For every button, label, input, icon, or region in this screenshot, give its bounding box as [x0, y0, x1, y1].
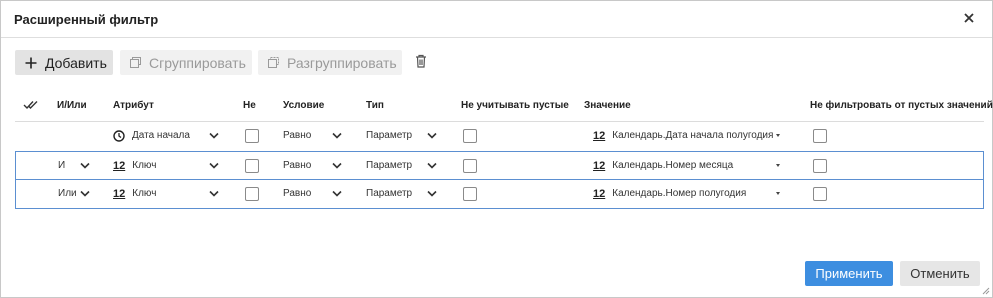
- plus-icon: [25, 57, 37, 68]
- chevron-down-icon[interactable]: [332, 162, 342, 169]
- chevron-down-icon[interactable]: [427, 162, 437, 169]
- chevron-down-icon[interactable]: [332, 132, 342, 139]
- number-type-icon: 12: [113, 159, 126, 172]
- no-filter-empty-checkbox[interactable]: [813, 187, 827, 201]
- ignore-empty-checkbox[interactable]: [463, 159, 477, 173]
- group-button-label: Сгруппировать: [149, 54, 246, 71]
- ignore-empty-checkbox[interactable]: [463, 129, 477, 143]
- resize-handle-icon[interactable]: [982, 287, 990, 295]
- table-row[interactable]: И 12 Ключ Равно Параметр 12 Календарь.Но…: [15, 151, 984, 180]
- ungroup-button[interactable]: Разгруппировать: [258, 50, 402, 75]
- dialog-title: Расширенный фильтр: [14, 12, 159, 27]
- table-row[interactable]: Дата начала Равно Параметр 12 Календарь.…: [15, 121, 984, 150]
- select-all-icon[interactable]: [23, 100, 39, 110]
- condition-label: Равно: [283, 130, 312, 141]
- number-type-icon: 12: [593, 187, 606, 200]
- col-condition: Условие: [283, 100, 325, 111]
- number-type-icon: 12: [113, 187, 126, 200]
- value-label: Календарь.Дата начала полугодия: [612, 130, 774, 141]
- ungroup-icon: [268, 57, 279, 68]
- no-filter-empty-checkbox[interactable]: [813, 159, 827, 173]
- ignore-empty-checkbox[interactable]: [463, 187, 477, 201]
- add-button[interactable]: Добавить: [15, 50, 113, 75]
- not-checkbox[interactable]: [245, 159, 259, 173]
- group-button[interactable]: Сгруппировать: [120, 50, 252, 75]
- chevron-down-icon[interactable]: [209, 190, 219, 197]
- chevron-down-icon[interactable]: [427, 132, 437, 139]
- col-type: Тип: [366, 100, 384, 111]
- ungroup-button-label: Разгруппировать: [287, 54, 397, 71]
- value-field[interactable]: 12 Календарь.Номер месяца: [593, 151, 733, 180]
- type-label: Параметр: [366, 188, 413, 199]
- clock-icon: [113, 130, 125, 142]
- logic-label: Или: [58, 188, 77, 199]
- col-attribute: Атрибут: [113, 100, 154, 111]
- col-and-or: И/Или: [57, 100, 87, 111]
- advanced-filter-dialog: Расширенный фильтр Добавить Сгруппироват…: [0, 0, 993, 298]
- apply-button[interactable]: Применить: [805, 261, 893, 286]
- dropdown-arrow-icon[interactable]: [776, 192, 780, 195]
- type-label: Параметр: [366, 130, 413, 141]
- attribute-label: Дата начала: [132, 130, 190, 141]
- logic-label: И: [58, 160, 66, 171]
- col-value: Значение: [584, 100, 631, 111]
- condition-label: Равно: [283, 160, 312, 171]
- close-icon[interactable]: [962, 11, 976, 25]
- dialog-header: Расширенный фильтр: [1, 1, 992, 38]
- value-label: Календарь.Номер полугодия: [612, 188, 747, 199]
- table-row[interactable]: Или 12 Ключ Равно Параметр 12 Календарь.…: [15, 179, 984, 208]
- not-checkbox[interactable]: [245, 129, 259, 143]
- attribute-label: Ключ: [132, 160, 157, 171]
- add-button-label: Добавить: [45, 54, 107, 71]
- not-checkbox[interactable]: [245, 187, 259, 201]
- col-no-filter-empty: Не фильтровать от пустых значений: [810, 100, 993, 111]
- chevron-down-icon[interactable]: [80, 190, 90, 197]
- attribute-field[interactable]: 12 Ключ: [113, 151, 156, 180]
- chevron-down-icon[interactable]: [209, 162, 219, 169]
- chevron-down-icon[interactable]: [80, 162, 90, 169]
- chevron-down-icon[interactable]: [427, 190, 437, 197]
- value-field[interactable]: 12 Календарь.Номер полугодия: [593, 179, 746, 208]
- cancel-button[interactable]: Отменить: [900, 261, 980, 286]
- attribute-label: Ключ: [132, 188, 157, 199]
- chevron-down-icon[interactable]: [332, 190, 342, 197]
- value-label: Календарь.Номер месяца: [612, 160, 734, 171]
- col-ignore-empty: Не учитывать пустые: [461, 100, 569, 111]
- trash-icon[interactable]: [415, 54, 427, 68]
- number-type-icon: 12: [593, 159, 606, 172]
- group-icon: [130, 57, 141, 68]
- type-label: Параметр: [366, 160, 413, 171]
- dropdown-arrow-icon[interactable]: [776, 134, 780, 137]
- dropdown-arrow-icon[interactable]: [776, 164, 780, 167]
- chevron-down-icon[interactable]: [209, 132, 219, 139]
- no-filter-empty-checkbox[interactable]: [813, 129, 827, 143]
- condition-label: Равно: [283, 188, 312, 199]
- number-type-icon: 12: [593, 129, 606, 142]
- attribute-field[interactable]: 12 Ключ: [113, 179, 156, 208]
- col-not: Не: [243, 100, 256, 111]
- value-field[interactable]: 12 Календарь.Дата начала полугодия: [593, 121, 773, 150]
